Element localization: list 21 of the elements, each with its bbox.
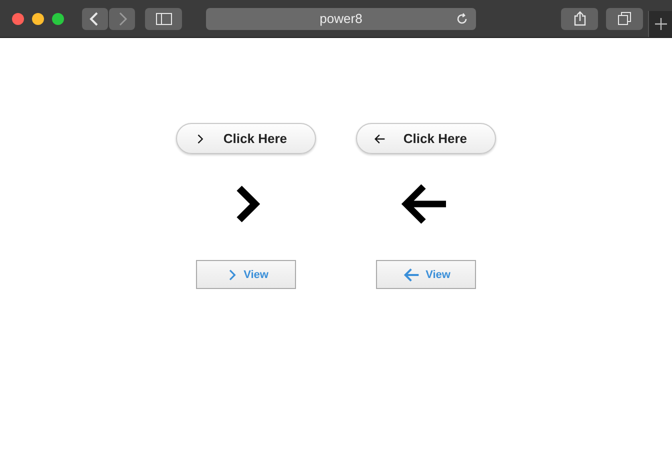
plus-icon: [654, 17, 668, 31]
close-window-dot[interactable]: [12, 12, 24, 24]
sidebar-button[interactable]: [145, 8, 182, 30]
share-button[interactable]: [561, 8, 598, 30]
minimize-window-dot[interactable]: [32, 12, 44, 24]
address-bar[interactable]: power8: [206, 8, 476, 30]
share-icon: [574, 11, 586, 26]
arrow-left-icon: [373, 132, 387, 146]
forward-button[interactable]: [109, 8, 135, 30]
sidebar-icon: [156, 12, 172, 24]
new-tab-button[interactable]: [648, 11, 672, 37]
view-button[interactable]: View: [196, 260, 296, 289]
click-here-button[interactable]: Click Here: [356, 123, 496, 154]
tabs-icon: [618, 12, 631, 25]
zoom-window-dot[interactable]: [52, 12, 64, 24]
click-here-button[interactable]: Click Here: [176, 123, 316, 154]
reload-icon[interactable]: [456, 12, 468, 24]
back-button[interactable]: [82, 8, 108, 30]
tabs-button[interactable]: [606, 8, 643, 30]
address-text: power8: [320, 11, 362, 26]
view-button[interactable]: View: [376, 260, 476, 289]
